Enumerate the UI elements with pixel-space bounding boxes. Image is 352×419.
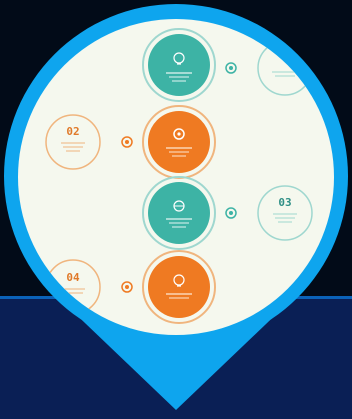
step-2-circle — [148, 111, 210, 173]
step-3-number: 03 — [278, 196, 291, 209]
step-4-circle — [148, 256, 210, 318]
step-1-circle — [148, 34, 210, 96]
step-4-number: 04 — [66, 271, 80, 284]
step-3-circle — [148, 182, 210, 244]
step-2-number: 02 — [66, 125, 79, 138]
map-pin-infographic: 02 03 04 — [0, 0, 352, 419]
location-pin-icon: 02 03 04 — [4, 4, 348, 410]
